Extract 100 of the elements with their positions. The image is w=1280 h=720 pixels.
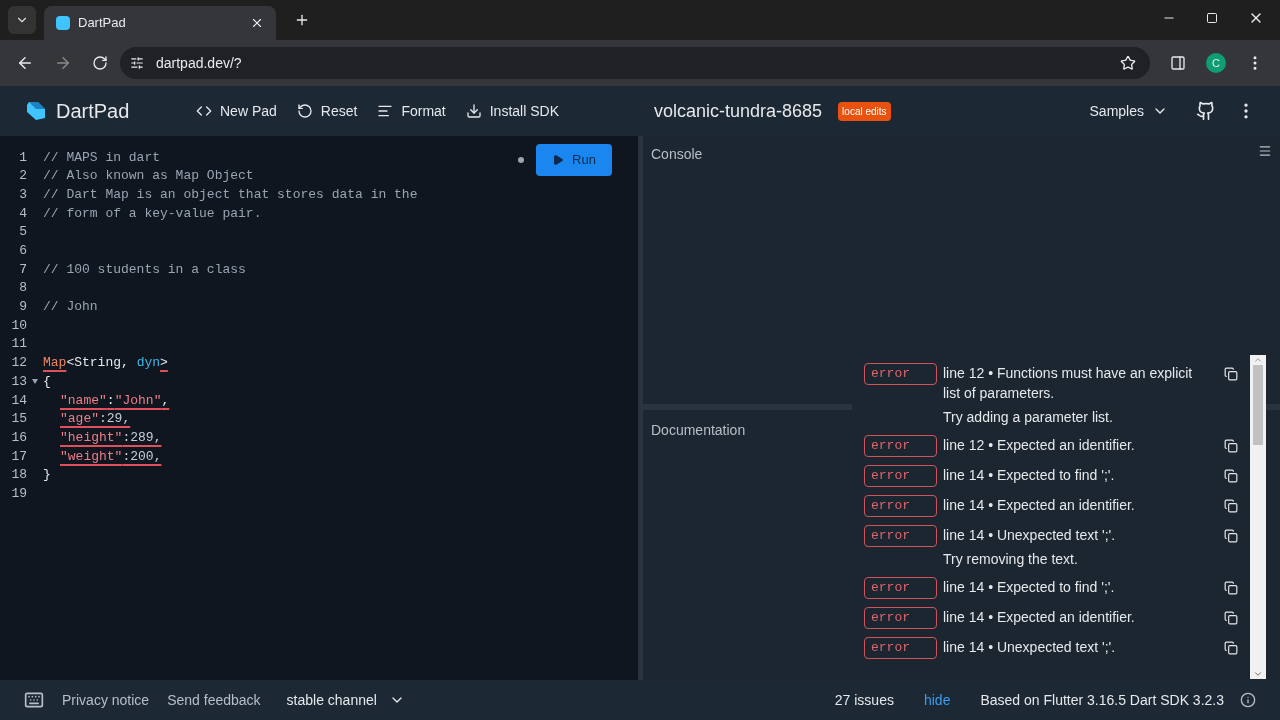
toolbar-button[interactable]: New Pad <box>196 100 277 122</box>
app-title: DartPad <box>56 99 131 124</box>
severity-tag: error <box>864 607 937 629</box>
line-number: 18 <box>10 466 27 485</box>
url-text: dartpad.dev/? <box>156 53 242 73</box>
code-line: Map<String, dyn> <box>43 354 168 373</box>
toolbar-button[interactable]: Reset <box>296 100 358 122</box>
code-line: // 100 students in a class <box>43 260 246 279</box>
copy-icon[interactable] <box>1224 367 1238 381</box>
line-number: 12 <box>10 354 27 373</box>
reload-icon[interactable] <box>92 55 108 71</box>
channel-dropdown[interactable]: stable channel <box>286 689 405 711</box>
severity-tag: error <box>864 637 937 659</box>
clear-console-icon[interactable] <box>1258 144 1272 158</box>
line-number: 15 <box>10 410 27 429</box>
side-panel-icon[interactable] <box>1170 55 1186 71</box>
line-number: 5 <box>18 223 27 242</box>
line-number: 19 <box>10 484 27 503</box>
line-number: 1 <box>18 148 27 167</box>
code-line: // form of a key-value pair. <box>43 204 262 223</box>
run-button[interactable]: Run <box>536 144 612 176</box>
footer-link[interactable]: Privacy notice <box>62 689 150 711</box>
version-text: Based on Flutter 3.16.5 Dart SDK 3.2.3 <box>980 690 1224 710</box>
code-line: // MAPS in dart <box>43 148 161 167</box>
code-line: // Dart Map is an object that stores data in the <box>43 185 418 204</box>
code-line: "age":29, <box>60 410 131 429</box>
line-number: 9 <box>18 298 27 317</box>
panel-title: Documentation <box>651 422 746 438</box>
info-icon[interactable] <box>1240 692 1256 708</box>
issue-message: line 12 • Functions must have an explicit list of parameters. <box>943 364 1194 403</box>
issue-message: line 14 • Expected to find ';'. <box>943 578 1116 597</box>
panel-title: Console <box>651 145 703 164</box>
line-number: 17 <box>10 447 27 466</box>
back-icon[interactable] <box>16 54 34 72</box>
issue-count: 27 issues <box>834 690 894 710</box>
toolbar-button[interactable]: Format <box>377 100 446 122</box>
severity-tag: error <box>864 435 937 457</box>
copy-icon[interactable] <box>1224 529 1238 543</box>
download-icon <box>465 103 482 119</box>
pad-name: volcanic-tundra-8685 <box>654 99 823 123</box>
copy-icon[interactable] <box>1224 499 1238 513</box>
dart-favicon-icon <box>56 16 70 30</box>
line-number: 13 <box>10 372 27 391</box>
site-settings-icon[interactable] <box>130 56 144 70</box>
severity-tag: error <box>864 363 937 385</box>
line-number: 14 <box>10 391 27 410</box>
line-number: 3 <box>18 185 27 204</box>
dart-logo-icon <box>24 99 48 123</box>
code-line: "height":289, <box>60 428 162 447</box>
play-icon <box>552 154 565 166</box>
close-icon[interactable] <box>250 16 264 30</box>
scrollbar[interactable] <box>1250 355 1266 679</box>
reset-icon <box>296 103 313 119</box>
issue-message: line 14 • Expected an identifier. <box>943 608 1136 627</box>
severity-tag: error <box>864 577 937 599</box>
issue-message: line 12 • Expected an identifier. <box>943 436 1136 455</box>
issue-message: line 14 • Unexpected text ';'. <box>943 638 1117 657</box>
line-number: 4 <box>18 204 27 223</box>
status-badge: local edits <box>838 101 891 121</box>
keyboard-icon[interactable] <box>24 690 44 710</box>
copy-icon[interactable] <box>1224 469 1238 483</box>
scrollbar-thumb[interactable] <box>1253 365 1263 445</box>
forward-icon[interactable] <box>54 54 72 72</box>
issue-message: line 14 • Expected to find ';'. <box>943 466 1116 485</box>
copy-icon[interactable] <box>1224 439 1238 453</box>
address-bar[interactable]: dartpad.dev/? <box>120 47 1150 79</box>
tab-search-button[interactable] <box>8 6 36 34</box>
line-number: 7 <box>18 260 27 279</box>
severity-tag: error <box>864 525 937 547</box>
hide-link[interactable]: hide <box>923 689 951 711</box>
severity-tag: error <box>864 465 937 487</box>
bookmark-star-icon[interactable] <box>1120 55 1136 71</box>
code-icon <box>196 103 212 119</box>
issue-message: line 14 • Unexpected text ';'. <box>943 526 1117 545</box>
samples-dropdown[interactable]: Samples <box>1089 100 1168 122</box>
severity-tag: error <box>864 495 937 517</box>
issue-hint: Try adding a parameter list. <box>943 408 1114 427</box>
format-icon <box>377 103 394 119</box>
new-tab-icon[interactable] <box>294 12 310 28</box>
code-line: // John <box>43 298 98 317</box>
restore-icon[interactable] <box>1206 12 1218 24</box>
line-number: 6 <box>18 242 27 261</box>
fold-arrow-icon[interactable] <box>32 379 38 385</box>
copy-icon[interactable] <box>1224 641 1238 655</box>
scroll-down-icon[interactable] <box>1253 669 1263 679</box>
code-line: "name":"John", <box>60 391 170 410</box>
toolbar-button[interactable]: Install SDK <box>465 100 559 122</box>
line-number: 2 <box>18 167 27 186</box>
copy-icon[interactable] <box>1224 581 1238 595</box>
code-line: { <box>43 372 51 391</box>
code-line: } <box>43 466 51 485</box>
code-line: "weight":200, <box>60 447 162 466</box>
issue-hint: Try removing the text. <box>943 550 1079 569</box>
copy-icon[interactable] <box>1224 611 1238 625</box>
browser-tab[interactable]: DartPad <box>44 6 276 40</box>
footer-link[interactable]: Send feedback <box>167 689 261 711</box>
line-number: 10 <box>10 316 27 335</box>
line-number: 8 <box>18 279 27 298</box>
line-number: 16 <box>10 428 27 447</box>
github-icon[interactable] <box>1196 101 1216 121</box>
